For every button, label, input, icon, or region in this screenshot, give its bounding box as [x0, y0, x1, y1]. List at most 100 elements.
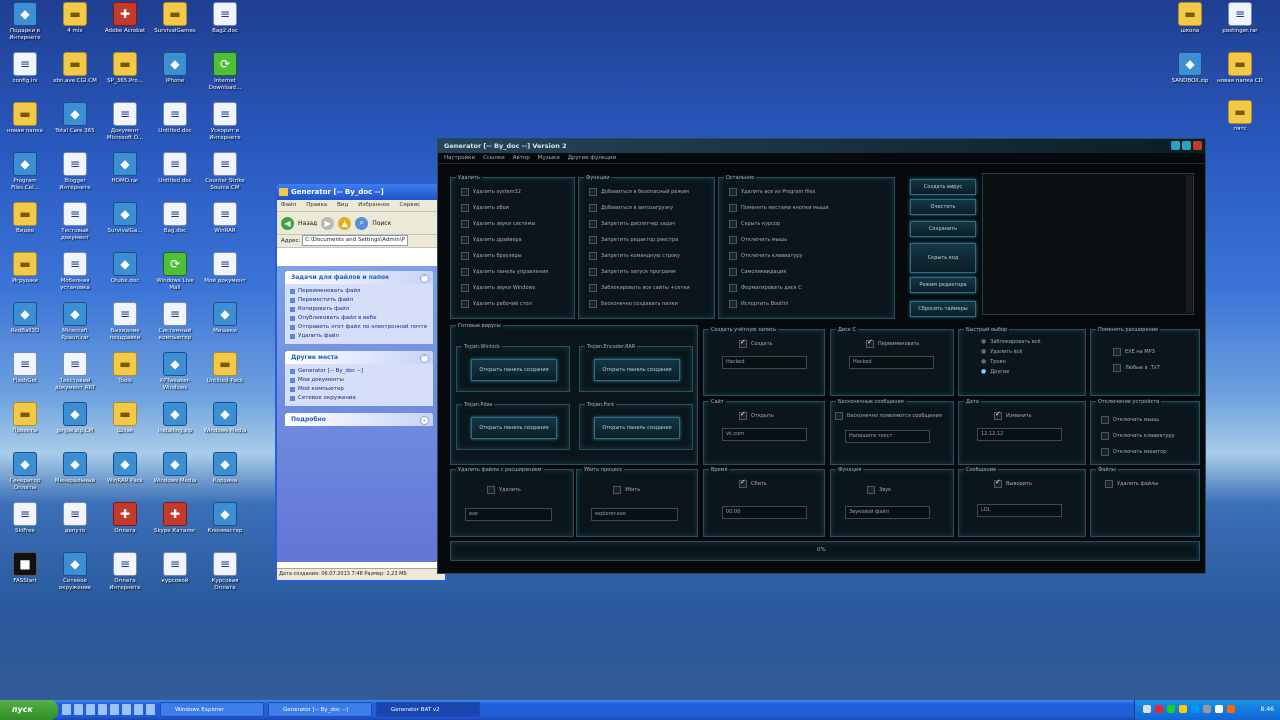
quick-option[interactable]: ● Троян: [981, 358, 1006, 365]
tray-icon[interactable]: [1143, 705, 1151, 713]
checkbox[interactable]: [729, 204, 737, 212]
generator-action-button[interactable]: Скрыть код: [910, 243, 976, 273]
checkbox[interactable]: [1101, 416, 1109, 424]
explorer-title-bar[interactable]: Generator [-- By_doc --]: [277, 184, 445, 200]
disk-c-box-input[interactable]: Hacked: [849, 356, 934, 369]
desktop-icon[interactable]: ▬ SurvivalGames: [150, 2, 200, 35]
delete-option[interactable]: Удалить рабочий стол: [461, 300, 532, 308]
desktop-icon[interactable]: ◆ Windows Media: [150, 452, 200, 485]
desktop-icon[interactable]: ≡ Bag2.doc: [200, 2, 250, 35]
delete-extension-input[interactable]: exe: [465, 508, 552, 521]
minimize-icon[interactable]: [1171, 141, 1180, 150]
infinite-messages-check[interactable]: Бесконечно появляются сообщения: [835, 412, 942, 420]
start-button[interactable]: пуск: [0, 700, 58, 720]
forward-arrow-icon[interactable]: ▶: [321, 216, 335, 230]
checkbox[interactable]: [1113, 364, 1121, 372]
function-option[interactable]: Бесконечно создавать папки: [589, 300, 678, 308]
desktop-icon[interactable]: ⟳ Internet Download...: [200, 52, 250, 92]
desktop-icon[interactable]: ≡ config.ini: [0, 52, 50, 85]
function-check[interactable]: Звук: [867, 486, 891, 494]
menu-tools[interactable]: Сервис: [400, 200, 421, 211]
checkbox[interactable]: [866, 338, 874, 348]
desktop-icon[interactable]: ▬ школа: [1165, 2, 1215, 35]
desktop-icon[interactable]: ◆ RedBall3D: [0, 302, 50, 335]
checkbox[interactable]: [589, 284, 597, 292]
desktop-icon[interactable]: ≡ Ускорит в Интернете: [200, 102, 250, 142]
kill-process-check[interactable]: Убить: [613, 486, 640, 494]
checkbox[interactable]: [589, 268, 597, 276]
back-arrow-icon[interactable]: ◀: [281, 216, 294, 230]
delete-option[interactable]: Удалить звуки системы: [461, 220, 535, 228]
desktop-icon[interactable]: ◆ Total Care 365: [50, 102, 100, 135]
search-icon[interactable]: ⌕: [355, 216, 369, 230]
desktop-icon[interactable]: ▬ Tools: [100, 352, 150, 385]
quick-launch-icon[interactable]: [110, 704, 119, 715]
desktop-icon[interactable]: ◆ SANDBOX.zip: [1165, 52, 1215, 85]
delete-option[interactable]: Удалить звуки Windows: [461, 284, 535, 292]
checkbox[interactable]: [589, 204, 597, 212]
other-option[interactable]: Поменять местами кнопки мыши: [729, 204, 829, 212]
quick-launch-icon[interactable]: [146, 704, 155, 715]
tray-icon[interactable]: [1203, 705, 1211, 713]
desktop-icon[interactable]: ◆ Сетевое окружение: [50, 552, 100, 592]
search-label[interactable]: Поиск: [372, 220, 391, 227]
generator-window[interactable]: Generator [-- By_doc --] Version 2 Настр…: [437, 138, 1206, 574]
quick-option[interactable]: ● Удалить всё: [981, 348, 1022, 355]
checkbox[interactable]: [461, 284, 469, 292]
desktop-icon[interactable]: ≡ WinRAR: [200, 202, 250, 235]
desktop-icon[interactable]: ≡ Выхидние поздравки: [100, 302, 150, 342]
other-option[interactable]: Форматировать диск C: [729, 284, 802, 292]
details-panel-header[interactable]: Подробно ⌄: [285, 413, 433, 426]
checkbox[interactable]: [1101, 432, 1109, 440]
menu-favorites[interactable]: Избранное: [358, 200, 389, 211]
checkbox[interactable]: [461, 252, 469, 260]
folder-up-icon[interactable]: ▲: [338, 216, 352, 230]
menu-other-functions[interactable]: Другие функции: [568, 153, 616, 163]
date-box-input[interactable]: 12.12.12: [977, 428, 1062, 441]
taskbar-item-explorer[interactable]: Windows Explorer: [160, 702, 264, 717]
desktop-icon[interactable]: ▬ пятс: [1215, 100, 1265, 133]
checkbox[interactable]: [613, 486, 621, 494]
function-option[interactable]: Заблокировать все сайты +сетки: [589, 284, 690, 292]
generator-action-button[interactable]: Сбросить таймеры: [910, 301, 976, 317]
generator-action-button[interactable]: Создать вирус: [910, 179, 976, 195]
create-account-box-input[interactable]: Hacked: [722, 356, 807, 369]
desktop-icon[interactable]: ◆ Program Files.Cel...: [0, 152, 50, 192]
desktop-icon[interactable]: ≡ Тестовый документ: [50, 202, 100, 242]
quick-launch-icon[interactable]: [74, 704, 83, 715]
function-input[interactable]: Звуковой файл: [845, 506, 930, 519]
device-option[interactable]: Отключить клавиатуру: [1101, 432, 1174, 440]
desktop-icon[interactable]: ■ FASStart: [0, 552, 50, 585]
task-item[interactable]: Переименовать файл: [290, 287, 428, 296]
task-item[interactable]: Переместить файл: [290, 296, 428, 305]
desktop-icon[interactable]: ▬ Untitled-Pack: [200, 352, 250, 385]
tray-icon[interactable]: [1215, 705, 1223, 713]
device-option[interactable]: Отключить мышь: [1101, 416, 1159, 424]
tray-icon[interactable]: [1227, 705, 1235, 713]
tray-icon[interactable]: [1179, 705, 1187, 713]
desktop-icon[interactable]: ✚ Skype Каталог: [150, 502, 200, 535]
taskbar-item-generator-app[interactable]: Generator BAT v2: [376, 702, 480, 717]
function-option[interactable]: Запретить командную строку: [589, 252, 680, 260]
other-option[interactable]: Отключить клавиатуру: [729, 252, 802, 260]
desktop-icon[interactable]: ◆ iPhone: [150, 52, 200, 85]
device-option[interactable]: Отключить монитор: [1101, 448, 1166, 456]
desktop-icon[interactable]: ≡ SkiFree: [0, 502, 50, 535]
place-item[interactable]: Generator [-- By_doc --]: [290, 367, 428, 376]
desktop-icon[interactable]: ▬ Проекты: [0, 402, 50, 435]
function-option[interactable]: Добавиться в безопасный режим: [589, 188, 689, 196]
infinite-messages-input[interactable]: Напишите текст: [845, 430, 930, 443]
desktop-icon[interactable]: ≡ Документ Microsoft O...: [100, 102, 150, 142]
checkbox[interactable]: [729, 188, 737, 196]
delete-files-check[interactable]: Удалить файлы: [1105, 480, 1158, 488]
checkbox[interactable]: [867, 486, 875, 494]
checkbox[interactable]: [739, 478, 747, 488]
checkbox[interactable]: [994, 410, 1002, 420]
site-box-input[interactable]: vk.com: [722, 428, 807, 441]
checkbox[interactable]: [739, 410, 747, 420]
tray-icon[interactable]: [1167, 705, 1175, 713]
open-create-panel-button[interactable]: Открыть панель создания: [594, 417, 680, 439]
desktop-icon[interactable]: ▬ Шлак: [100, 402, 150, 435]
desktop-icon[interactable]: ⟳ Windows Live Mail: [150, 252, 200, 292]
desktop-icon[interactable]: ◆ Генератор Оплаты: [0, 452, 50, 492]
